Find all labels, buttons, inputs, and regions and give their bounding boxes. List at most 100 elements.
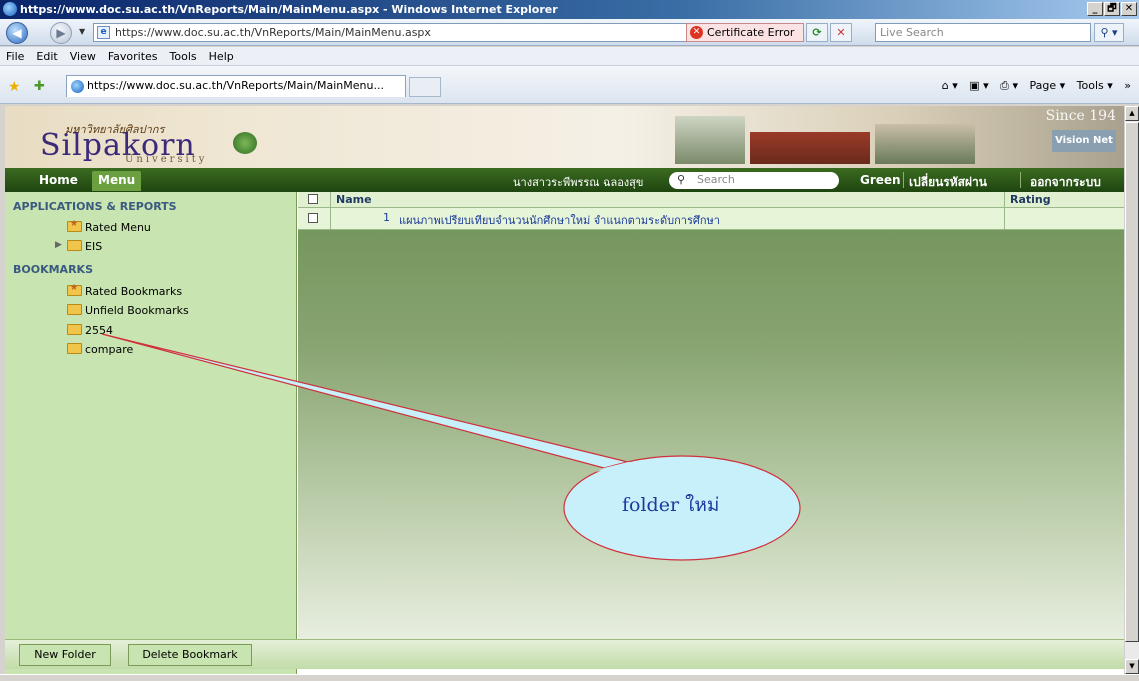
vertical-scrollbar[interactable]: ▲ ▼ bbox=[1124, 106, 1139, 674]
chevron-right-icon[interactable]: » bbox=[1124, 79, 1131, 92]
user-name: นางสาวระพีพรรณ ฉลองสุข bbox=[513, 176, 644, 189]
bookmarks-header: BOOKMARKS bbox=[13, 263, 93, 276]
nav-divider bbox=[903, 172, 904, 188]
window-title: https://www.doc.su.ac.th/VnReports/Main/… bbox=[20, 3, 558, 16]
logo-sub: University bbox=[125, 154, 208, 165]
web-page: มหาวิทยาลัยศิลปากร Silpakorn University … bbox=[5, 106, 1124, 674]
menu-tools[interactable]: Tools bbox=[164, 47, 203, 63]
nav-home[interactable]: Home bbox=[33, 171, 84, 191]
add-favorite-icon[interactable]: ✚ bbox=[34, 79, 45, 94]
folder-icon bbox=[67, 343, 82, 354]
page-menu[interactable]: Page ▾ bbox=[1029, 79, 1065, 92]
apps-header: APPLICATIONS & REPORTS bbox=[13, 200, 177, 213]
favorites-bar: ★ ✚ https://www.doc.su.ac.th/VnReports/M… bbox=[0, 66, 1139, 104]
unfield-bookmarks-label: Unfield Bookmarks bbox=[85, 304, 189, 317]
restore-button[interactable]: 🗗 bbox=[1104, 2, 1120, 16]
menu-favorites[interactable]: Favorites bbox=[102, 47, 164, 63]
menu-file[interactable]: File bbox=[0, 47, 30, 63]
history-dropdown-icon[interactable]: ▼ bbox=[79, 27, 85, 36]
certificate-error-label: Certificate Error bbox=[707, 26, 795, 39]
rated-folder-icon bbox=[67, 283, 82, 296]
rated-folder-icon bbox=[67, 219, 82, 232]
favorites-star-icon[interactable]: ★ bbox=[8, 79, 21, 95]
rated-menu-label: Rated Menu bbox=[85, 221, 151, 234]
compare-label: compare bbox=[85, 343, 134, 356]
live-search-placeholder: Live Search bbox=[880, 26, 944, 39]
refresh-button[interactable]: ⟳ bbox=[806, 23, 828, 42]
close-button[interactable]: ✕ bbox=[1121, 2, 1137, 16]
certificate-error-button[interactable]: ✕ Certificate Error bbox=[686, 23, 804, 42]
tab-title: https://www.doc.su.ac.th/VnReports/Main/… bbox=[87, 79, 384, 92]
nav-change-password[interactable]: เปลี่ยนรหัสผ่าน bbox=[909, 173, 987, 192]
expand-arrow-icon[interactable]: ▶ bbox=[55, 240, 62, 250]
column-divider bbox=[330, 192, 331, 230]
nav-logout[interactable]: ออกจากระบบ bbox=[1030, 173, 1101, 192]
university-banner: มหาวิทยาลัยศิลปากร Silpakorn University … bbox=[5, 106, 1124, 168]
delete-bookmark-button[interactable]: Delete Bookmark bbox=[128, 644, 252, 666]
minimize-button[interactable]: _ bbox=[1087, 2, 1103, 16]
menu-edit[interactable]: Edit bbox=[30, 47, 63, 63]
rated-menu-item[interactable]: Rated Menu bbox=[67, 219, 151, 234]
site-search-input[interactable]: ⚲ Search bbox=[669, 172, 839, 189]
scroll-down-icon[interactable]: ▼ bbox=[1125, 659, 1139, 674]
report-link[interactable]: แผนภาพเปรียบเทียบจำนวนนักศึกษาใหม่ จำแนก… bbox=[399, 211, 720, 229]
address-toolbar: ◀ ▶ ▼ e https://www.doc.su.ac.th/VnRepor… bbox=[0, 19, 1139, 46]
tab-ie-icon bbox=[71, 80, 84, 93]
bottom-toolbar: New Folder Delete Bookmark bbox=[5, 639, 1124, 669]
column-name-header[interactable]: Name bbox=[336, 193, 372, 206]
folder-2554-item[interactable]: 2554 bbox=[67, 324, 113, 337]
command-bar: ⌂ ▾ ▣ ▾ ⎙ ▾ Page ▾ Tools ▾ » bbox=[934, 79, 1131, 93]
cert-error-icon: ✕ bbox=[690, 26, 703, 39]
select-all-checkbox[interactable] bbox=[308, 194, 318, 204]
building-photo-3 bbox=[875, 124, 975, 164]
left-pane: APPLICATIONS & REPORTS Rated Menu ▶ EIS … bbox=[5, 192, 297, 674]
compare-folder-item[interactable]: compare bbox=[67, 343, 133, 356]
since-text: Since 194 bbox=[1045, 108, 1116, 124]
tools-menu[interactable]: Tools ▾ bbox=[1077, 79, 1113, 92]
address-url[interactable]: https://www.doc.su.ac.th/VnReports/Main/… bbox=[115, 26, 431, 39]
forward-button[interactable]: ▶ bbox=[50, 22, 72, 44]
feeds-icon[interactable]: ▣ ▾ bbox=[969, 79, 988, 92]
search-icon[interactable]: ⚲ ▾ bbox=[1094, 23, 1124, 42]
ie-icon bbox=[3, 2, 17, 16]
menu-view[interactable]: View bbox=[64, 47, 102, 63]
row-checkbox[interactable] bbox=[308, 213, 318, 223]
unfield-bookmarks-item[interactable]: Unfield Bookmarks bbox=[67, 304, 189, 317]
live-search-input[interactable]: Live Search bbox=[875, 23, 1091, 42]
nav-green[interactable]: Green bbox=[860, 173, 901, 187]
rated-bookmarks-label: Rated Bookmarks bbox=[85, 285, 183, 298]
university-emblem-icon bbox=[233, 132, 257, 154]
scroll-up-icon[interactable]: ▲ bbox=[1125, 106, 1139, 121]
window-title-bar: https://www.doc.su.ac.th/VnReports/Main/… bbox=[0, 0, 1139, 19]
eis-label: EIS bbox=[85, 240, 103, 253]
back-button[interactable]: ◀ bbox=[6, 22, 28, 44]
eis-item[interactable]: EIS bbox=[67, 240, 102, 253]
folder-icon bbox=[67, 304, 82, 315]
stop-button[interactable]: ✕ bbox=[830, 23, 852, 42]
new-folder-button[interactable]: New Folder bbox=[19, 644, 111, 666]
folder-icon bbox=[67, 324, 82, 335]
table-row[interactable]: 1 แผนภาพเปรียบเทียบจำนวนนักศึกษาใหม่ จำแ… bbox=[298, 208, 1124, 230]
new-tab-button[interactable] bbox=[409, 77, 441, 97]
folder-2554-label: 2554 bbox=[85, 324, 113, 337]
window-controls: _ 🗗 ✕ bbox=[1087, 2, 1137, 16]
building-photo-2 bbox=[750, 132, 870, 164]
rated-bookmarks-item[interactable]: Rated Bookmarks bbox=[67, 283, 183, 298]
status-bar bbox=[0, 674, 1139, 681]
home-icon[interactable]: ⌂ ▾ bbox=[942, 79, 958, 92]
address-field[interactable]: e https://www.doc.su.ac.th/VnReports/Mai… bbox=[93, 23, 705, 42]
menu-bar: File Edit View Favorites Tools Help bbox=[0, 47, 1139, 66]
browser-tab[interactable]: https://www.doc.su.ac.th/VnReports/Main/… bbox=[66, 75, 406, 97]
site-search-placeholder: Search bbox=[697, 173, 735, 186]
menu-help[interactable]: Help bbox=[203, 47, 240, 63]
column-rating-header[interactable]: Rating bbox=[1010, 193, 1051, 206]
main-nav-bar: Home Menu นางสาวระพีพรรณ ฉลองสุข ⚲ Searc… bbox=[5, 168, 1124, 192]
row-number: 1 bbox=[383, 211, 390, 224]
table-header: Name Rating bbox=[298, 192, 1124, 208]
report-list-pane: Name Rating 1 แผนภาพเปรียบเทียบจำนวนนักศ… bbox=[298, 192, 1124, 639]
callout-text: folder ใหม่ bbox=[622, 494, 720, 516]
print-icon[interactable]: ⎙ ▾ bbox=[1000, 79, 1018, 92]
building-photo bbox=[675, 116, 745, 164]
nav-menu[interactable]: Menu bbox=[92, 171, 142, 191]
scroll-thumb[interactable] bbox=[1125, 122, 1139, 642]
